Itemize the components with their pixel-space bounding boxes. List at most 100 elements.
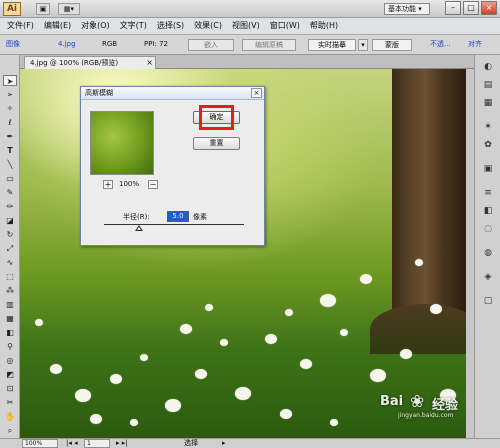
scale-icon[interactable]: ⤢ <box>3 243 17 254</box>
vertical-scrollbar[interactable] <box>466 69 474 438</box>
document-tab[interactable]: 4.jpg @ 100% (RGB/预览) × <box>24 56 156 69</box>
flower <box>195 369 207 379</box>
color-guide-icon[interactable]: ▤ <box>480 79 496 92</box>
dialog-close-icon[interactable]: × <box>251 88 262 98</box>
warp-icon[interactable]: ∿ <box>3 257 17 268</box>
flower <box>265 334 277 344</box>
free-transform-icon[interactable]: ⬚ <box>3 271 17 282</box>
align-link[interactable]: 对齐 <box>468 40 482 49</box>
color-mode-label: RGB <box>102 40 118 48</box>
line-icon[interactable]: ╲ <box>3 159 17 170</box>
menu-type[interactable]: 文字(T) <box>117 18 154 34</box>
menu-file[interactable]: 文件(F) <box>4 18 41 34</box>
flower <box>130 419 138 426</box>
minimize-button[interactable]: – <box>445 1 461 15</box>
document-tab-title: 4.jpg @ 100% (RGB/预览) <box>30 59 119 67</box>
lasso-icon[interactable]: ℓ <box>3 117 17 128</box>
trace-options-icon[interactable]: ▾ <box>358 39 368 51</box>
tree-root-image <box>370 304 474 354</box>
eyedropper-icon[interactable]: ⚲ <box>3 341 17 352</box>
flower <box>165 399 181 412</box>
mask-button[interactable]: 蒙版 <box>372 39 412 51</box>
first-page-icon[interactable]: |◂ ◂ <box>66 439 78 448</box>
edit-original-button[interactable]: 编辑原稿 <box>242 39 296 51</box>
type-icon[interactable]: T <box>3 145 17 156</box>
gradient-panel-icon[interactable]: ◧ <box>480 205 496 218</box>
symbol-sprayer-icon[interactable]: ⁂ <box>3 285 17 296</box>
rectangle-icon[interactable]: ▭ <box>3 173 17 184</box>
next-page-icon[interactable]: ▸ ▸| <box>116 439 128 448</box>
flower <box>370 369 386 382</box>
radius-slider-thumb[interactable] <box>135 225 143 231</box>
selection-arrow-icon[interactable]: ➤ <box>3 75 17 86</box>
bridge-icon[interactable]: ▣ <box>36 3 50 15</box>
gradient-icon[interactable]: ◧ <box>3 327 17 338</box>
flower <box>90 414 102 424</box>
appearance-icon[interactable]: ◍ <box>480 247 496 260</box>
workspace-switcher[interactable]: 基本功能 ▾ <box>384 3 430 15</box>
maximize-button[interactable]: □ <box>463 1 479 15</box>
swatches-icon[interactable]: ▦ <box>480 97 496 110</box>
tree-trunk-image <box>392 69 466 339</box>
flower <box>35 319 43 326</box>
stroke-icon[interactable]: ≡ <box>480 187 496 200</box>
radius-slider-track[interactable] <box>104 224 244 225</box>
artboards-icon[interactable]: ▢ <box>480 295 496 308</box>
dialog-title: 高斯模糊 <box>81 87 264 100</box>
column-graph-icon[interactable]: ▥ <box>3 299 17 310</box>
menu-window[interactable]: 窗口(W) <box>267 18 307 34</box>
preview-zoom-label: 100% <box>119 180 140 188</box>
flower <box>50 364 62 374</box>
document-tab-close-icon[interactable]: × <box>146 57 153 69</box>
magic-wand-icon[interactable]: ✧ <box>3 103 17 114</box>
live-trace-button[interactable]: 实时描摹 <box>308 39 356 51</box>
watermark-url: jingyan.baidu.com <box>398 412 454 419</box>
flower <box>360 274 372 284</box>
mesh-icon[interactable]: ▦ <box>3 313 17 324</box>
blur-preview[interactable] <box>90 111 154 175</box>
zoom-in-button[interactable]: + <box>103 180 113 189</box>
menu-view[interactable]: 视图(V) <box>229 18 267 34</box>
paw-icon: ❀ <box>410 392 425 412</box>
menu-select[interactable]: 选择(S) <box>154 18 191 34</box>
hand-icon[interactable]: ✋ <box>3 411 17 422</box>
linked-file-link[interactable]: 4.jpg <box>58 40 76 49</box>
page-number-select[interactable]: 1 <box>84 439 110 448</box>
layers-icon[interactable]: ◈ <box>480 271 496 284</box>
transparency-icon[interactable]: ◌ <box>480 223 496 236</box>
brushes-icon[interactable]: ✶ <box>480 121 496 134</box>
title-bar: Ai ▣ ▦▾ 基本功能 ▾ – □ × <box>0 0 500 18</box>
embed-button[interactable]: 嵌入 <box>188 39 234 51</box>
close-button[interactable]: × <box>481 1 497 15</box>
item-type-label[interactable]: 图像 <box>6 40 20 49</box>
menu-effect[interactable]: 效果(C) <box>191 18 229 34</box>
zoom-out-button[interactable]: − <box>148 180 158 189</box>
blend-icon[interactable]: ◎ <box>3 355 17 366</box>
eraser-icon[interactable]: ◪ <box>3 215 17 226</box>
graphic-styles-icon[interactable]: ▣ <box>480 163 496 176</box>
watermark-text: Bai <box>380 394 404 409</box>
paintbrush-icon[interactable]: ✎ <box>3 187 17 198</box>
flower <box>300 359 312 369</box>
zoom-level-select[interactable]: 100% <box>22 439 58 448</box>
flower <box>415 259 423 266</box>
opacity-link[interactable]: 不透... <box>430 40 451 49</box>
slice-icon[interactable]: ⊡ <box>3 383 17 394</box>
pencil-icon[interactable]: ✏ <box>3 201 17 212</box>
live-paint-icon[interactable]: ◩ <box>3 369 17 380</box>
radius-input[interactable]: 5.0 <box>167 211 189 222</box>
direct-select-icon[interactable]: ➢ <box>3 89 17 100</box>
scissors-icon[interactable]: ✂ <box>3 397 17 408</box>
symbols-icon[interactable]: ✿ <box>480 139 496 152</box>
menu-object[interactable]: 对象(O) <box>78 18 117 34</box>
menu-edit[interactable]: 编辑(E) <box>41 18 78 34</box>
status-bar: 100% |◂ ◂ 1 ▸ ▸| 选择 ▸ <box>0 438 500 448</box>
arrange-documents-icon[interactable]: ▦▾ <box>58 3 80 15</box>
status-menu-icon[interactable]: ▸ <box>222 439 226 448</box>
rotate-icon[interactable]: ↻ <box>3 229 17 240</box>
reset-button[interactable]: 重置 <box>193 137 240 150</box>
color-panel-icon[interactable]: ◐ <box>480 61 496 74</box>
menu-help[interactable]: 帮助(H) <box>307 18 345 34</box>
zoom-icon[interactable]: ⌕ <box>3 425 17 436</box>
pen-icon[interactable]: ✒ <box>3 131 17 142</box>
